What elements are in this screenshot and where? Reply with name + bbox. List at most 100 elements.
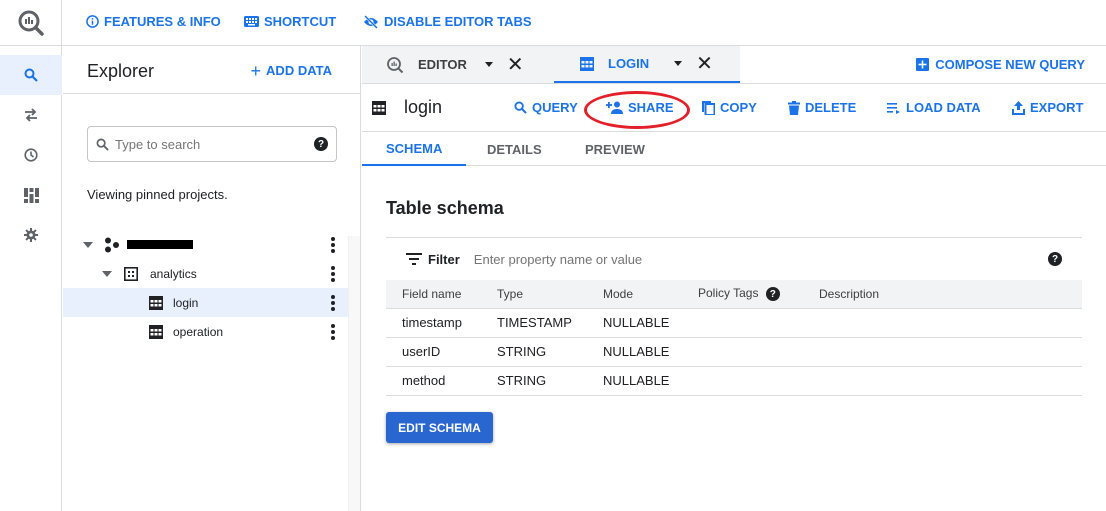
nav-transfers[interactable] xyxy=(0,95,62,135)
explorer-search[interactable]: ? xyxy=(87,126,337,162)
table-more-button[interactable] xyxy=(331,295,335,311)
tab-dropdown-icon[interactable] xyxy=(674,61,683,66)
table-toolbar: login QUERY SHARE COPY DELETE LOAD DATA … xyxy=(362,84,1106,132)
tab-editor[interactable]: EDITOR ✕ xyxy=(386,46,524,83)
bigquery-logo[interactable] xyxy=(0,0,62,46)
tab-close-icon[interactable]: ✕ xyxy=(507,52,524,77)
schema-heading: Table schema xyxy=(386,198,504,218)
tree-item-label: analytics xyxy=(150,266,197,281)
nav-history[interactable] xyxy=(0,135,62,175)
viewing-pinned-text: Viewing pinned projects. xyxy=(87,187,228,202)
mode-cell: NULLABLE xyxy=(587,337,682,367)
copy-button[interactable]: COPY xyxy=(702,100,757,115)
history-icon xyxy=(24,148,38,162)
tab-details[interactable]: DETAILS xyxy=(463,132,566,166)
policy-cell xyxy=(682,366,803,396)
description-cell xyxy=(803,337,1082,367)
field-name-cell: timestamp xyxy=(386,308,481,338)
load-data-button[interactable]: LOAD DATA xyxy=(887,100,981,115)
table-icon xyxy=(149,324,163,339)
tree-item-project[interactable] xyxy=(63,230,349,259)
add-box-icon xyxy=(916,58,930,71)
policy-tags-label: Policy Tags xyxy=(698,286,759,301)
project-icon xyxy=(105,237,119,252)
transfer-icon xyxy=(25,108,37,122)
delete-button[interactable]: DELETE xyxy=(788,100,856,115)
load-data-icon xyxy=(887,102,900,114)
schema-table: Field name Type Mode Policy Tags ? Descr… xyxy=(386,280,1082,396)
export-button[interactable]: EXPORT xyxy=(1012,100,1083,115)
explorer-title: Explorer xyxy=(87,61,155,81)
tab-editor-label: EDITOR xyxy=(418,57,467,72)
left-nav-rail xyxy=(0,46,62,511)
table-row: timestamp TIMESTAMP NULLABLE xyxy=(386,308,1082,338)
tab-login-label: LOGIN xyxy=(608,56,650,71)
bigquery-logo-icon xyxy=(18,10,44,36)
column-header-field-name: Field name xyxy=(386,280,481,309)
policy-cell xyxy=(682,337,803,367)
keyboard-icon xyxy=(244,16,259,27)
description-cell xyxy=(803,366,1082,396)
tab-preview[interactable]: PREVIEW xyxy=(561,132,669,166)
expand-arrow-icon[interactable] xyxy=(102,270,112,277)
column-header-description: Description xyxy=(803,280,1082,309)
editor-tab-bar: EDITOR ✕ LOGIN ✕ COMPOSE NEW QUERY xyxy=(362,46,1106,84)
shortcut-label: SHORTCUT xyxy=(264,14,337,29)
person-add-icon xyxy=(606,101,623,114)
nav-settings[interactable] xyxy=(0,215,62,255)
help-icon[interactable]: ? xyxy=(1048,252,1062,266)
share-button[interactable]: SHARE xyxy=(606,100,674,115)
column-header-mode: Mode xyxy=(587,280,682,309)
features-info-label: FEATURES & INFO xyxy=(104,14,221,29)
export-label: EXPORT xyxy=(1030,100,1084,115)
delete-label: DELETE xyxy=(805,100,857,115)
search-icon xyxy=(96,138,109,151)
eye-off-icon xyxy=(364,14,378,29)
dashboard-icon xyxy=(23,187,39,203)
tree-item-dataset[interactable]: analytics xyxy=(63,259,349,288)
explorer-panel: Explorer + ADD DATA ? Viewing pinned pro… xyxy=(63,46,361,511)
help-icon[interactable]: ? xyxy=(765,287,780,302)
shortcut-link[interactable]: SHORTCUT xyxy=(244,14,336,29)
expand-arrow-icon[interactable] xyxy=(83,241,93,248)
main-panel: EDITOR ✕ LOGIN ✕ COMPOSE NEW QUERY login… xyxy=(362,46,1106,511)
project-more-button[interactable] xyxy=(331,237,335,253)
filter-label: Filter xyxy=(428,251,460,267)
schema-filter-input[interactable] xyxy=(473,251,1048,267)
description-cell xyxy=(803,308,1082,338)
mode-cell: NULLABLE xyxy=(587,308,682,338)
load-data-label: LOAD DATA xyxy=(906,100,981,115)
nav-dashboard[interactable] xyxy=(0,175,62,215)
tab-dropdown-icon[interactable] xyxy=(484,62,493,67)
table-icon xyxy=(580,56,594,71)
detail-tabs: SCHEMA DETAILS PREVIEW xyxy=(362,132,1106,166)
features-info-link[interactable]: FEATURES & INFO xyxy=(86,14,221,29)
policy-cell xyxy=(682,308,803,338)
table-title: login xyxy=(404,97,443,117)
tree-item-table-operation[interactable]: operation xyxy=(63,317,349,346)
query-icon xyxy=(387,56,404,73)
tree-item-table-login[interactable]: login xyxy=(63,288,349,317)
table-row: method STRING NULLABLE xyxy=(386,366,1082,396)
compose-new-query-button[interactable]: COMPOSE NEW QUERY xyxy=(916,57,1085,72)
disable-editor-tabs-link[interactable]: DISABLE EDITOR TABS xyxy=(363,14,532,29)
type-cell: STRING xyxy=(481,366,587,396)
add-data-button[interactable]: + ADD DATA xyxy=(251,62,332,80)
nav-search[interactable] xyxy=(0,55,62,95)
tab-login[interactable]: LOGIN ✕ xyxy=(554,46,740,83)
field-name-cell: userID xyxy=(386,337,481,367)
table-icon xyxy=(372,101,386,115)
edit-schema-button[interactable]: EDIT SCHEMA xyxy=(386,412,493,443)
gear-icon xyxy=(24,228,38,242)
explorer-scrollbar[interactable] xyxy=(348,236,360,511)
type-cell: STRING xyxy=(481,337,587,367)
dataset-more-button[interactable] xyxy=(331,266,335,282)
query-button[interactable]: QUERY xyxy=(514,100,578,115)
column-header-policy-tags: Policy Tags ? xyxy=(682,280,803,309)
help-icon[interactable]: ? xyxy=(314,137,328,151)
search-icon xyxy=(24,68,38,82)
tab-schema[interactable]: SCHEMA xyxy=(362,132,467,166)
tab-close-icon[interactable]: ✕ xyxy=(696,51,713,76)
explorer-search-input[interactable] xyxy=(115,136,314,152)
table-more-button[interactable] xyxy=(331,324,335,340)
